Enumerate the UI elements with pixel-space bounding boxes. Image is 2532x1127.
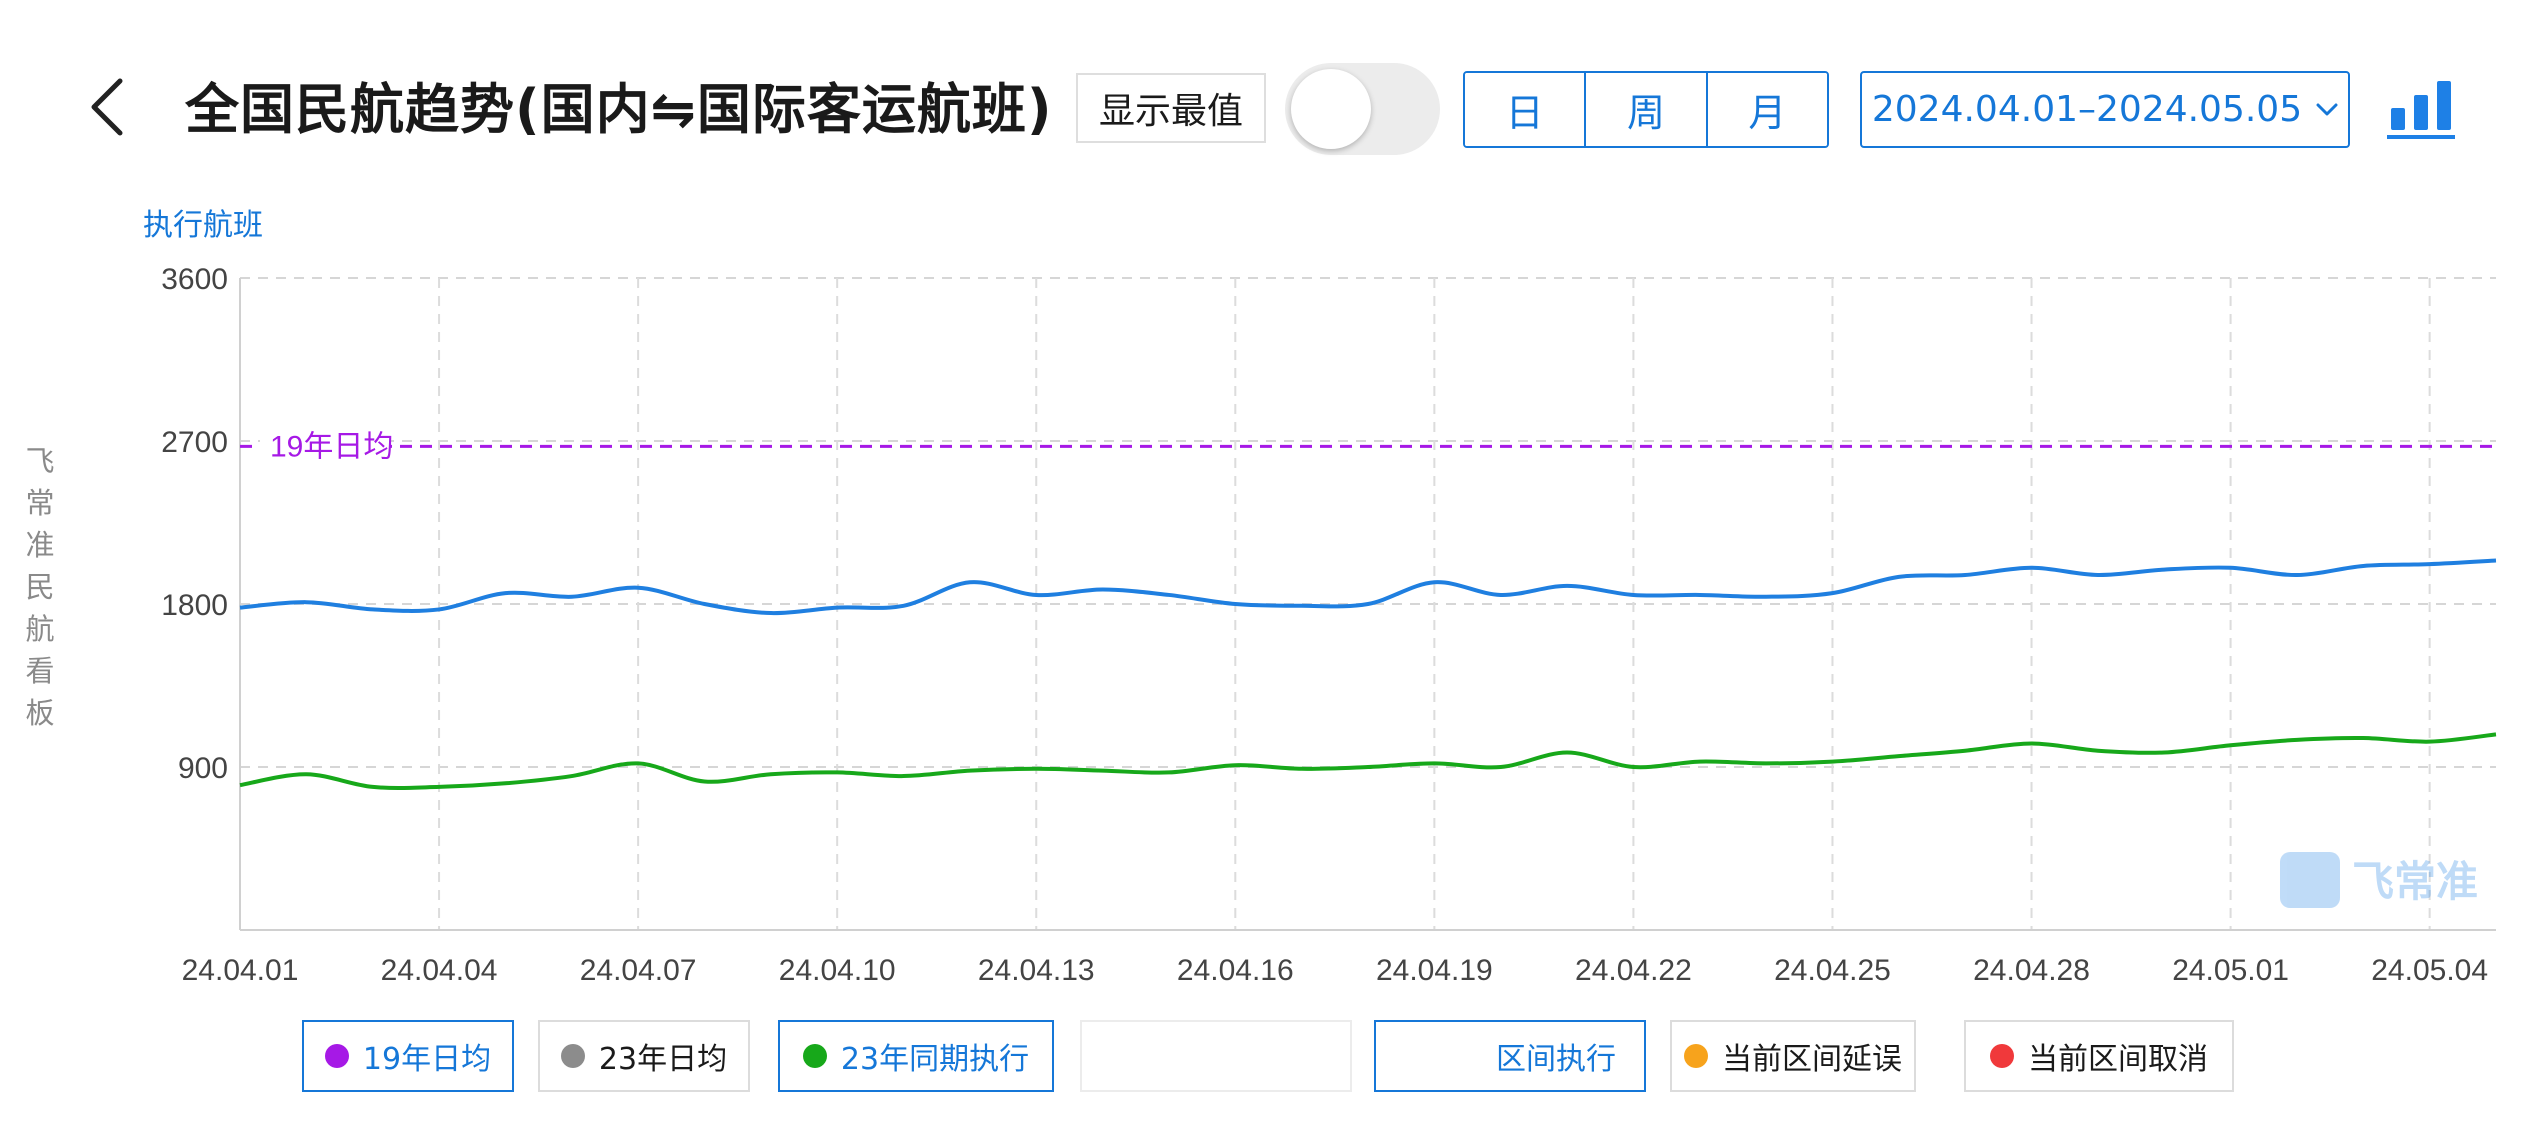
show-extremes-toggle[interactable]: [1285, 63, 1440, 155]
legend-label: 区间执行: [1496, 1042, 1616, 1077]
x-tick-label: 24.04.13: [978, 954, 1095, 987]
x-tick-label: 24.04.16: [1177, 954, 1294, 987]
toggle-knob: [1291, 69, 1371, 149]
bar-chart-icon[interactable]: [2385, 75, 2457, 140]
legend-dot: [324, 1044, 349, 1068]
x-tick-label: 24.04.28: [1973, 954, 2090, 987]
x-tick-label: 24.05.01: [2172, 954, 2289, 987]
show-extremes-label: 显示最值: [1076, 73, 1266, 143]
x-tick-label: 24.04.10: [779, 954, 896, 987]
legend-dot: [802, 1044, 827, 1068]
tab-week[interactable]: 周: [1586, 73, 1708, 146]
legend-interval-delay[interactable]: 当前区间延误: [1670, 1020, 1916, 1092]
legend-dot: [1990, 1044, 2014, 1068]
tab-month[interactable]: 月: [1707, 73, 1827, 146]
chevron-down-icon: [2316, 103, 2338, 115]
watermark-text: 飞常准: [2352, 858, 2478, 905]
legend-label: 当前区间延误: [1722, 1042, 1902, 1077]
legend-hidden-item[interactable]: [1080, 1020, 1352, 1092]
legend-label: 23年日均: [598, 1042, 728, 1077]
legend-2023-daily-avg[interactable]: 23年日均: [538, 1020, 750, 1092]
legend-label: 23年同期执行: [840, 1042, 1030, 1077]
x-tick-label: 24.04.01: [182, 954, 299, 987]
date-range-picker[interactable]: 2024.04.01–2024.05.05: [1860, 71, 2350, 148]
page-title: 全国民航趋势(国内⇋国际客运航班): [185, 78, 1053, 141]
x-tick-label: 24.05.04: [2371, 954, 2488, 987]
series-line-1: [239, 732, 2497, 790]
legend-interval-executed[interactable]: 区间执行: [1374, 1020, 1646, 1092]
legend-2023-same-period[interactable]: 23年同期执行: [778, 1020, 1054, 1092]
back-button[interactable]: [82, 72, 132, 142]
series-line-0: [239, 558, 2497, 616]
watermark-logo: 飞常准: [2280, 852, 2478, 908]
flight-trend-chart: 执行航班 900 1800 2700 3600 24.04.01 24.04.04 24.04…: [143, 209, 2497, 987]
legend-dot: [1684, 1044, 1708, 1068]
x-tick-label: 24.04.25: [1774, 954, 1891, 987]
y-tick-label: 2700: [161, 426, 228, 459]
x-tick-label: 24.04.22: [1575, 954, 1692, 987]
tab-day[interactable]: 日: [1465, 73, 1587, 146]
y-tick-label: 900: [178, 752, 228, 785]
legend-dot: [560, 1044, 585, 1068]
y-axis-title: 执行航班: [143, 209, 263, 242]
legend-label: 当前区间取消: [2028, 1042, 2208, 1077]
x-tick-label: 24.04.19: [1376, 954, 1493, 987]
plane-icon: [2280, 852, 2340, 908]
legend-interval-cancel[interactable]: 当前区间取消: [1964, 1020, 2234, 1092]
x-tick-label: 24.04.04: [381, 954, 498, 987]
chevron-left-icon: [91, 78, 123, 136]
legend-2019-daily-avg[interactable]: 19年日均: [302, 1020, 514, 1092]
y-tick-label: 1800: [161, 589, 228, 622]
x-tick-label: 24.04.07: [580, 954, 697, 987]
reference-line-label: 19年日均: [270, 430, 393, 463]
legend-label: 19年日均: [362, 1042, 492, 1077]
y-tick-label: 3600: [161, 263, 228, 296]
date-range-value: 2024.04.01–2024.05.05: [1871, 89, 2303, 130]
period-segmented-control: 日 周 月: [1463, 71, 1829, 148]
